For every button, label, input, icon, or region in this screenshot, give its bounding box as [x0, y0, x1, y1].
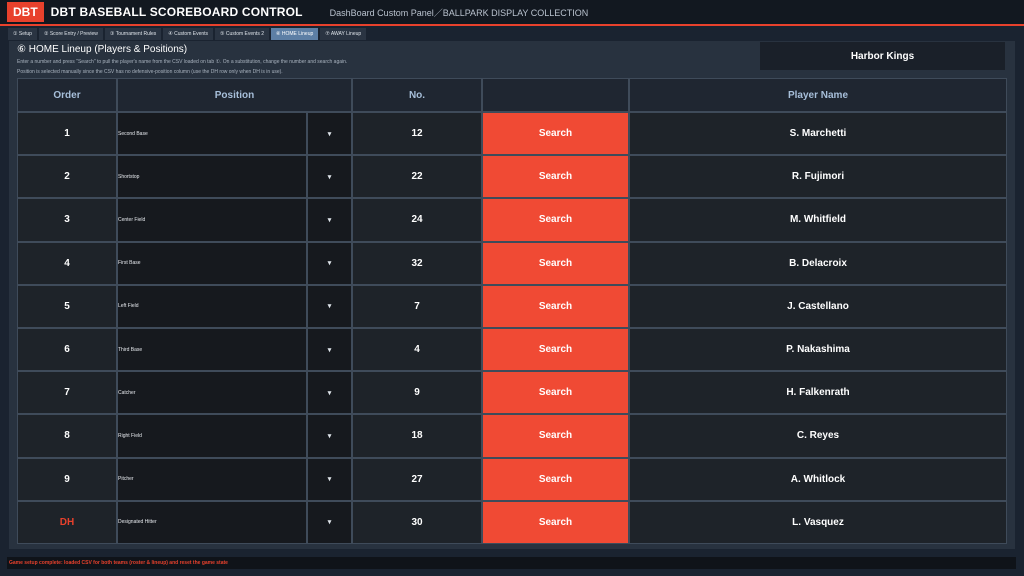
position-select[interactable]: Right Field: [117, 414, 307, 458]
tab-custom-events[interactable]: ④ Custom Events: [163, 28, 214, 40]
chevron-down-icon[interactable]: ▾: [307, 457, 352, 501]
status-message: Game setup complete: loaded CSV for both…: [9, 560, 228, 566]
tab-bar: ① Setup ② Score Entry / Preview ③ Tourna…: [8, 28, 367, 40]
column-header-no: No.: [352, 78, 482, 112]
position-value: First Base: [118, 260, 141, 267]
position-value: Catcher: [118, 389, 136, 396]
position-value: Center Field: [118, 216, 146, 223]
search-button[interactable]: Search: [482, 457, 629, 501]
player-number[interactable]: 7: [352, 284, 482, 328]
batting-order: 4: [17, 241, 117, 285]
position-value: Second Base: [118, 130, 148, 137]
player-number[interactable]: 12: [352, 112, 482, 156]
player-name: J. Castellano: [629, 284, 1007, 328]
app-logo: DBT: [7, 2, 44, 22]
position-select[interactable]: Designated Hitter: [117, 500, 307, 544]
search-button[interactable]: Search: [482, 414, 629, 458]
search-button[interactable]: Search: [482, 112, 629, 156]
player-name: A. Whitlock: [629, 457, 1007, 501]
player-number[interactable]: 9: [352, 371, 482, 415]
player-number[interactable]: 30: [352, 500, 482, 544]
search-button[interactable]: Search: [482, 284, 629, 328]
player-name: P. Nakashima: [629, 328, 1007, 372]
player-number[interactable]: 18: [352, 414, 482, 458]
search-button[interactable]: Search: [482, 328, 629, 372]
tab-score-entry[interactable]: ② Score Entry / Preview: [38, 28, 103, 40]
player-name: L. Vasquez: [629, 500, 1007, 544]
batting-order: 5: [17, 284, 117, 328]
player-number[interactable]: 4: [352, 328, 482, 372]
chevron-down-icon[interactable]: ▾: [307, 500, 352, 544]
position-select[interactable]: Center Field: [117, 198, 307, 242]
position-value: Shortstop: [118, 173, 140, 180]
chevron-down-icon[interactable]: ▾: [307, 284, 352, 328]
chevron-down-icon[interactable]: ▾: [307, 328, 352, 372]
app-title: DBT BASEBALL SCOREBOARD CONTROL: [50, 5, 303, 19]
panel-title: ⑥ HOME Lineup (Players & Positions): [17, 44, 188, 55]
tab-setup[interactable]: ① Setup: [8, 28, 37, 40]
player-name: M. Whitfield: [629, 198, 1007, 242]
position-select[interactable]: Third Base: [117, 328, 307, 372]
panel-description-2: Position is selected manually since the …: [17, 69, 283, 75]
chevron-down-icon[interactable]: ▾: [307, 371, 352, 415]
position-value: Right Field: [118, 432, 142, 439]
position-select[interactable]: Shortstop: [117, 155, 307, 199]
batting-order: 6: [17, 328, 117, 372]
batting-order: 1: [17, 112, 117, 156]
search-button[interactable]: Search: [482, 198, 629, 242]
batting-order: DH: [17, 500, 117, 544]
column-header-player: Player Name: [629, 78, 1007, 112]
position-value: Left Field: [118, 303, 139, 310]
position-select[interactable]: Left Field: [117, 284, 307, 328]
player-name: B. Delacroix: [629, 241, 1007, 285]
column-header-search: [482, 78, 629, 112]
app-subtitle: DashBoard Custom Panel／BALLPARK DISPLAY …: [329, 7, 589, 18]
player-name: S. Marchetti: [629, 112, 1007, 156]
position-select[interactable]: Pitcher: [117, 457, 307, 501]
player-name: C. Reyes: [629, 414, 1007, 458]
batting-order: 8: [17, 414, 117, 458]
chevron-down-icon[interactable]: ▾: [307, 112, 352, 156]
home-lineup-panel: ⑥ HOME Lineup (Players & Positions) Ente…: [9, 41, 1015, 549]
panel-description: Enter a number and press "Search" to pul…: [17, 59, 348, 65]
search-button[interactable]: Search: [482, 371, 629, 415]
tab-away-lineup[interactable]: ⑦ AWAY Lineup: [320, 28, 367, 40]
position-select[interactable]: Second Base: [117, 112, 307, 156]
chevron-down-icon[interactable]: ▾: [307, 198, 352, 242]
batting-order: 7: [17, 371, 117, 415]
app-header: DBT DBT BASEBALL SCOREBOARD CONTROL Dash…: [0, 0, 1024, 26]
player-number[interactable]: 24: [352, 198, 482, 242]
batting-order: 9: [17, 457, 117, 501]
player-name: H. Falkenrath: [629, 371, 1007, 415]
player-number[interactable]: 22: [352, 155, 482, 199]
search-button[interactable]: Search: [482, 500, 629, 544]
position-select[interactable]: Catcher: [117, 371, 307, 415]
chevron-down-icon[interactable]: ▾: [307, 155, 352, 199]
tab-home-lineup[interactable]: ⑥ HOME Lineup: [271, 28, 319, 40]
player-name: R. Fujimori: [629, 155, 1007, 199]
chevron-down-icon[interactable]: ▾: [307, 414, 352, 458]
batting-order: 3: [17, 198, 117, 242]
batting-order: 2: [17, 155, 117, 199]
search-button[interactable]: Search: [482, 241, 629, 285]
team-name: Harbor Kings: [760, 42, 1005, 70]
player-number[interactable]: 32: [352, 241, 482, 285]
position-value: Third Base: [118, 346, 143, 353]
tab-custom-events-2[interactable]: ⑤ Custom Events 2: [215, 28, 269, 40]
search-button[interactable]: Search: [482, 155, 629, 199]
player-number[interactable]: 27: [352, 457, 482, 501]
position-value: Pitcher: [118, 476, 134, 483]
chevron-down-icon[interactable]: ▾: [307, 241, 352, 285]
status-bar: Game setup complete: loaded CSV for both…: [7, 557, 1016, 569]
column-header-position: Position: [117, 78, 352, 112]
column-header-order: Order: [17, 78, 117, 112]
tab-tournament-rules[interactable]: ③ Tournament Rules: [104, 28, 162, 40]
position-select[interactable]: First Base: [117, 241, 307, 285]
position-value: Designated Hitter: [118, 519, 157, 526]
